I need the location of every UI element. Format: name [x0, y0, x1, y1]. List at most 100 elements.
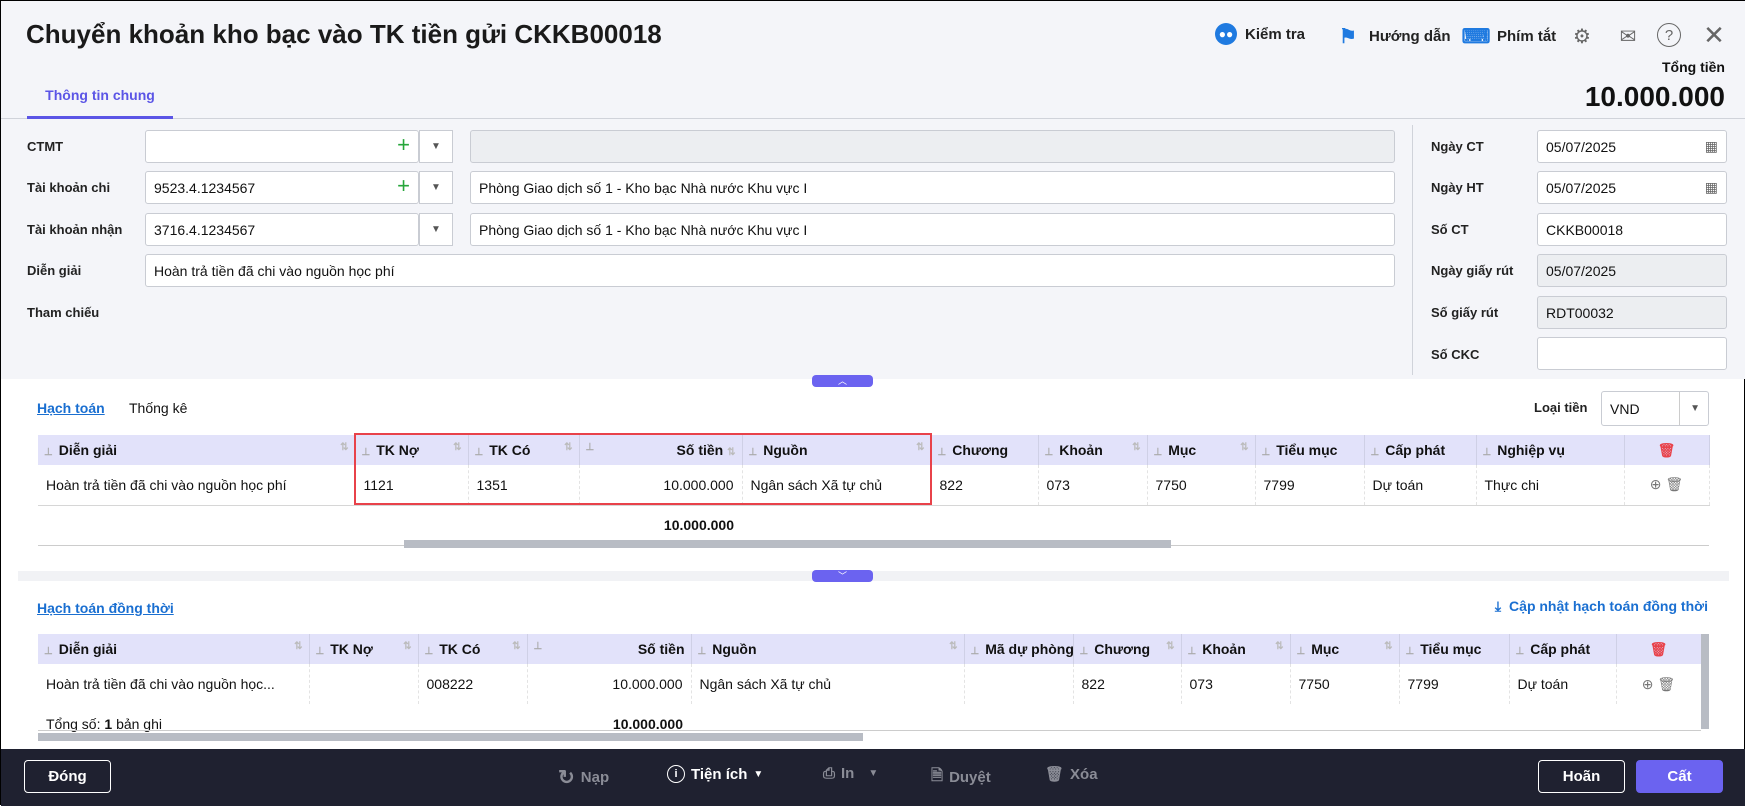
- tk-chi-input[interactable]: 9523.4.1234567 +: [145, 171, 419, 204]
- page-title: Chuyển khoản kho bạc vào TK tiền gửi CKK…: [26, 19, 662, 49]
- col-header[interactable]: ⊥ Diễn giải ⇅: [38, 435, 356, 465]
- delete-all-icon[interactable]: 🗑: [1616, 634, 1702, 664]
- calendar-icon[interactable]: ▦: [1705, 179, 1718, 196]
- reload-button[interactable]: ↻ Nạp: [558, 765, 609, 790]
- save-button[interactable]: Cất: [1636, 760, 1723, 793]
- so-ckc-label: Số CKC: [1431, 347, 1480, 362]
- total-row: 10.000.000: [38, 505, 1709, 546]
- calendar-icon[interactable]: ▦: [1705, 138, 1718, 155]
- vertical-scrollbar[interactable]: [1701, 634, 1709, 729]
- table-row[interactable]: Hoàn trả tiền đã chi vào nguồn học... 008…: [38, 664, 1702, 704]
- ngay-ct-label: Ngày CT: [1431, 139, 1484, 154]
- plus-icon[interactable]: +: [397, 132, 410, 158]
- add-row-icon[interactable]: ⊕: [1642, 676, 1654, 692]
- divider: [38, 730, 1701, 731]
- utilities-button[interactable]: i Tiện ích ▼: [667, 765, 763, 783]
- ctmt-input[interactable]: +: [145, 130, 419, 163]
- col-header[interactable]: ⊥ Mục ⇅: [1147, 435, 1256, 465]
- print-button[interactable]: ⎙ In ▼: [823, 765, 878, 782]
- tk-nhan-input[interactable]: 3716.4.1234567: [145, 213, 419, 246]
- col-header[interactable]: ⊥ Tiểu mục: [1399, 634, 1510, 664]
- trash-icon[interactable]: 🗑: [1665, 476, 1683, 492]
- caret-down-icon: ▼: [753, 768, 764, 780]
- trash-icon[interactable]: 🗑: [1657, 676, 1675, 692]
- document-icon: 🗎: [931, 767, 944, 784]
- robot-icon: ●●: [1215, 23, 1237, 45]
- close-button[interactable]: Đóng: [24, 760, 111, 793]
- gear-icon[interactable]: ⚙: [1569, 23, 1595, 49]
- update-concurrent-button[interactable]: ⤓ Cập nhật hạch toán đồng thời: [1495, 598, 1708, 615]
- col-header[interactable]: ⊥ Cấp phát: [1509, 634, 1617, 664]
- tk-nhan-name[interactable]: Phòng Giao dịch số 1 - Kho bạc Nhà nước …: [470, 213, 1395, 246]
- tk-nhan-label: Tài khoản nhận: [27, 222, 123, 237]
- col-header[interactable]: ⊥ Mã dự phòng: [964, 634, 1074, 664]
- tab-general[interactable]: Thông tin chung: [27, 87, 173, 119]
- keyboard-icon: ⌨: [1461, 25, 1491, 48]
- col-header[interactable]: ⊥ Diễn giải ⇅: [38, 634, 310, 664]
- collapse-up-button[interactable]: ︿: [812, 375, 873, 387]
- ngay-ht-input[interactable]: 05/07/2025 ▦: [1537, 171, 1727, 204]
- close-icon[interactable]: ✕: [1701, 20, 1727, 50]
- add-row-icon[interactable]: ⊕: [1650, 476, 1662, 492]
- ngay-ht-label: Ngày HT: [1431, 180, 1484, 195]
- col-header[interactable]: ⊥ Số tiền: [527, 634, 692, 664]
- concurrent-title[interactable]: Hạch toán đồng thời: [37, 600, 174, 616]
- so-ct-input[interactable]: CKKB00018: [1537, 213, 1727, 246]
- guide-button[interactable]: ⚑ Hướng dẫn: [1335, 23, 1451, 49]
- total-value: 10.000.000: [1584, 81, 1725, 112]
- dien-giai-input[interactable]: Hoàn trả tiền đã chi vào nguồn học phí: [145, 254, 1395, 287]
- ctmt-label: CTMT: [27, 139, 64, 154]
- so-giay-rut-label: Số giấy rút: [1431, 305, 1499, 320]
- horizontal-scrollbar[interactable]: [404, 540, 1171, 548]
- divider: [1412, 125, 1413, 375]
- info-icon: i: [667, 765, 685, 783]
- ctmt-name: [470, 130, 1395, 163]
- so-ckc-input[interactable]: [1537, 337, 1727, 370]
- col-header[interactable]: ⊥ TK Nợ ⇅: [309, 634, 419, 664]
- ngay-ct-input[interactable]: 05/07/2025 ▦: [1537, 130, 1727, 163]
- col-header[interactable]: ⊥ Khoản ⇅: [1181, 634, 1291, 664]
- caret-down-icon: ▼: [868, 768, 879, 779]
- footer-bar: Đóng ↻ Nạp i Tiện ích ▼ ⎙ In ▼ 🗎 Duyệt 🗑 Xóa Ho…: [1, 749, 1745, 806]
- table-header: ⊥ Diễn giải ⇅ ⊥ TK Nợ ⇅ ⊥ TK Có ⇅ ⊥ Số tiền ⊥ Ng…: [38, 634, 1702, 664]
- tab-stats[interactable]: Thống kê: [129, 400, 187, 416]
- mail-forward-icon[interactable]: ✉: [1615, 23, 1641, 49]
- approve-button[interactable]: 🗎 Duyệt: [931, 765, 991, 790]
- tk-chi-label: Tài khoản chi: [27, 180, 111, 195]
- col-header[interactable]: ⊥ Khoản ⇅: [1038, 435, 1148, 465]
- concurrent-table: ⊥ Diễn giải ⇅ ⊥ TK Nợ ⇅ ⊥ TK Có ⇅ ⊥ Số tiền ⊥ Ng…: [38, 634, 1702, 744]
- shortcuts-button[interactable]: ⌨ Phím tắt: [1461, 23, 1557, 49]
- col-header[interactable]: ⊥ Nguồn ⇅: [691, 634, 965, 664]
- horizontal-scrollbar[interactable]: [38, 733, 863, 741]
- ctmt-dropdown[interactable]: ▼: [419, 130, 453, 163]
- tk-nhan-dropdown[interactable]: ▼: [419, 213, 453, 246]
- col-header[interactable]: ⊥ TK Có ⇅: [418, 634, 528, 664]
- collapse-down-button[interactable]: ﹀: [812, 570, 873, 582]
- trash-icon: 🗑: [1045, 766, 1065, 783]
- so-ct-label: Số CT: [1431, 222, 1469, 237]
- currency-select[interactable]: VND ▼: [1601, 391, 1709, 426]
- ngay-giay-rut-label: Ngày giấy rút: [1431, 263, 1514, 278]
- download-icon: ⤓: [1494, 598, 1502, 614]
- col-header[interactable]: ⊥ Mục ⇅: [1290, 634, 1400, 664]
- col-header[interactable]: ⊥ Cấp phát: [1364, 435, 1477, 465]
- highlight-box: [354, 433, 932, 505]
- currency-label: Loại tiền: [1534, 400, 1588, 415]
- col-header[interactable]: ⊥ Chương ⇅: [1073, 634, 1182, 664]
- chevron-down-icon: ▼: [1679, 392, 1700, 425]
- tab-accounting[interactable]: Hạch toán: [37, 400, 105, 416]
- col-header[interactable]: ⊥ Nghiệp vụ: [1476, 435, 1625, 465]
- col-header[interactable]: ⊥ Chương: [931, 435, 1039, 465]
- delete-button[interactable]: 🗑 Xóa: [1045, 765, 1098, 784]
- help-icon[interactable]: ?: [1657, 23, 1681, 47]
- delete-all-icon[interactable]: 🗑: [1624, 435, 1710, 465]
- refresh-icon: ↻: [558, 767, 575, 789]
- tk-chi-name[interactable]: Phòng Giao dịch số 1 - Kho bạc Nhà nước …: [470, 171, 1395, 204]
- tk-chi-dropdown[interactable]: ▼: [419, 171, 453, 204]
- signpost-icon: ⚑: [1339, 25, 1357, 48]
- dien-giai-label: Diễn giải: [27, 263, 82, 278]
- check-button[interactable]: ●● Kiểm tra: [1215, 23, 1305, 45]
- cancel-button[interactable]: Hoãn: [1538, 760, 1625, 793]
- plus-icon[interactable]: +: [397, 173, 410, 199]
- col-header[interactable]: ⊥ Tiểu mục: [1255, 435, 1365, 465]
